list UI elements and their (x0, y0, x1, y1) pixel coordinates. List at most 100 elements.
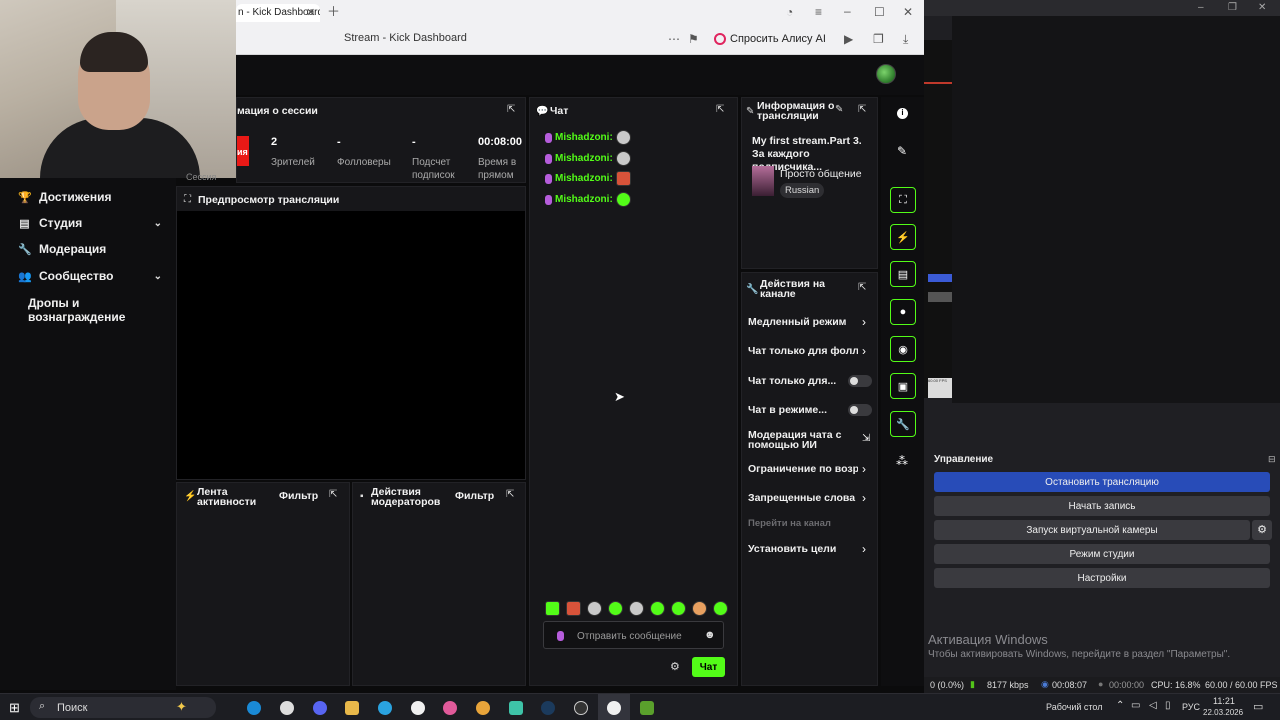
media-player-icon[interactable] (280, 701, 294, 715)
play-icon[interactable]: ▶ (844, 33, 853, 45)
action-followers-only[interactable]: Чат только для фолловеров (748, 346, 858, 356)
network-icon[interactable]: ▭ (1131, 700, 1140, 711)
vpn-icon[interactable] (509, 701, 523, 715)
quick-action-activity[interactable]: ⚡ (890, 224, 916, 250)
action-slow-mode[interactable]: Медленный режим (748, 317, 846, 328)
obs-icon[interactable] (574, 701, 588, 715)
obs-virtual-camera-button[interactable]: Запуск виртуальной камеры (934, 520, 1250, 540)
quick-action-chat[interactable]: ● (890, 299, 916, 325)
clock-time[interactable]: 11:21 (1213, 696, 1235, 706)
tray-chevron-icon[interactable]: ⌃ (1116, 700, 1124, 711)
desktop-toolbar-label[interactable]: Рабочий стол (1046, 702, 1103, 712)
extensions-icon[interactable]: ⁂ (896, 454, 908, 468)
emoji-icon[interactable]: ☻ (704, 629, 716, 641)
subscribers-only-toggle[interactable] (848, 375, 872, 387)
sidebar-item-achievements[interactable]: 🏆 Достижения (18, 190, 168, 204)
emote-icon[interactable] (713, 601, 728, 616)
page-address-title[interactable]: Stream - Kick Dashboard (344, 32, 467, 44)
language-indicator[interactable]: РУС (1182, 702, 1200, 712)
yandex-icon[interactable] (411, 701, 425, 715)
obs-close-icon[interactable]: ✕ (1258, 2, 1266, 13)
emote-icon[interactable] (545, 601, 560, 616)
emote-mode-toggle[interactable] (848, 404, 872, 416)
volume-icon[interactable]: ◁ (1149, 700, 1157, 711)
external-link-icon[interactable]: ⇲ (862, 433, 870, 444)
close-tab-icon[interactable]: ✕ (306, 7, 315, 19)
emote-icon[interactable] (587, 601, 602, 616)
emote-icon[interactable] (608, 601, 623, 616)
discord-icon[interactable] (313, 701, 327, 715)
bookmark-icon[interactable]: ⚑ (688, 33, 699, 45)
minimize-icon[interactable]: – (844, 5, 851, 17)
chat-username[interactable]: Mishadzoni: (555, 132, 613, 143)
action-set-goals[interactable]: Установить цели (748, 544, 836, 555)
maximize-icon[interactable]: ☐ (874, 6, 885, 18)
chevron-right-icon[interactable]: › (862, 315, 866, 329)
info-icon[interactable]: i (897, 108, 908, 119)
edge-icon[interactable] (247, 701, 261, 715)
pencil-icon[interactable]: ✎ (897, 144, 907, 158)
chat-message[interactable]: Mishadzoni: (545, 151, 631, 166)
quick-action-notes[interactable]: ▤ (890, 261, 916, 287)
obs-start-recording-button[interactable]: Начать запись (934, 496, 1270, 516)
explorer-icon[interactable] (345, 701, 359, 715)
action-goto-channel[interactable]: Перейти на канал (748, 519, 831, 529)
obs-minimize-icon[interactable]: – (1198, 2, 1204, 13)
action-banned-words[interactable]: Запрещенные слова (748, 493, 855, 504)
quick-action-broadcast[interactable]: ◉ (890, 336, 916, 362)
taskbar-search[interactable]: ⌕ Поиск ✦ (30, 697, 216, 718)
filter-button[interactable]: Фильтр (455, 491, 494, 502)
alice-button[interactable]: Спросить Алису AI (708, 30, 832, 48)
app-icon[interactable] (443, 701, 457, 715)
obs-settings-button[interactable]: Настройки (934, 568, 1270, 588)
chat-message[interactable]: Mishadzoni: (545, 192, 631, 207)
chevron-right-icon[interactable]: › (862, 491, 866, 505)
action-age-restriction[interactable]: Ограничение по возрасту (748, 464, 858, 474)
chevron-right-icon[interactable]: › (862, 462, 866, 476)
edit-icon[interactable]: ✎ (835, 104, 843, 115)
filter-button[interactable]: Фильтр (279, 491, 318, 502)
emote-icon[interactable] (566, 601, 581, 616)
minecraft-icon[interactable] (640, 701, 654, 715)
more-icon[interactable]: ⋯ (668, 33, 680, 45)
notifications-icon[interactable]: ▭ (1253, 700, 1263, 713)
active-task[interactable] (598, 694, 630, 720)
download-icon[interactable]: ⤓ (903, 33, 908, 45)
obs-maximize-icon[interactable]: ❐ (1228, 2, 1237, 13)
chat-input[interactable]: Отправить сообщение ☻ (543, 621, 724, 649)
chat-message[interactable]: Mishadzoni: (545, 171, 631, 186)
emote-icon[interactable] (629, 601, 644, 616)
profile-icon[interactable]: ◔ (786, 6, 793, 18)
new-tab-icon[interactable]: ＋ (327, 5, 340, 18)
steam-icon[interactable] (541, 701, 555, 715)
sidebar-item-moderation[interactable]: 🔧 Модерация (18, 242, 168, 256)
close-window-icon[interactable]: ✕ (903, 6, 913, 18)
chat-username[interactable]: Mishadzoni: (555, 153, 613, 164)
sidebar-item-studio[interactable]: ▤ Студия ⌄ (18, 216, 168, 230)
user-avatar[interactable] (876, 64, 896, 84)
chevron-right-icon[interactable]: › (862, 542, 866, 556)
sidebar-item-drops[interactable]: Дропы и вознаграждение (28, 296, 178, 324)
obs-vcam-settings-icon[interactable]: ⚙ (1252, 520, 1272, 540)
chat-username[interactable]: Mishadzoni: (555, 194, 613, 205)
quick-action-layout[interactable]: ▣ (890, 373, 916, 399)
quick-action-tools[interactable]: 🔧 (890, 411, 916, 437)
emote-icon[interactable] (671, 601, 686, 616)
sidebar-item-community[interactable]: 👥 Сообщество ⌄ (18, 269, 168, 283)
popout-icon[interactable]: ⇱ (329, 489, 337, 500)
quick-action-preview[interactable]: ⛶ (890, 187, 916, 213)
chat-username[interactable]: Mishadzoni: (555, 173, 613, 184)
obs-dock-icon[interactable]: ⊟ (1268, 454, 1276, 465)
chat-message[interactable]: Mishadzoni: (545, 130, 631, 145)
popout-icon[interactable]: ⇱ (858, 282, 866, 293)
chat-send-button[interactable]: Чат (692, 657, 725, 677)
telegram-icon[interactable] (378, 701, 392, 715)
chevron-right-icon[interactable]: › (862, 344, 866, 358)
emote-icon[interactable] (650, 601, 665, 616)
battery-icon[interactable]: ▯ (1165, 700, 1171, 711)
collections-icon[interactable]: ❐ (873, 33, 884, 45)
clock-date[interactable]: 22.03.2026 (1203, 708, 1243, 717)
emote-icon[interactable] (692, 601, 707, 616)
action-ai-moderation[interactable]: Модерация чата с помощью ИИ (748, 430, 848, 451)
chat-settings-icon[interactable]: ⚙ (670, 660, 680, 673)
